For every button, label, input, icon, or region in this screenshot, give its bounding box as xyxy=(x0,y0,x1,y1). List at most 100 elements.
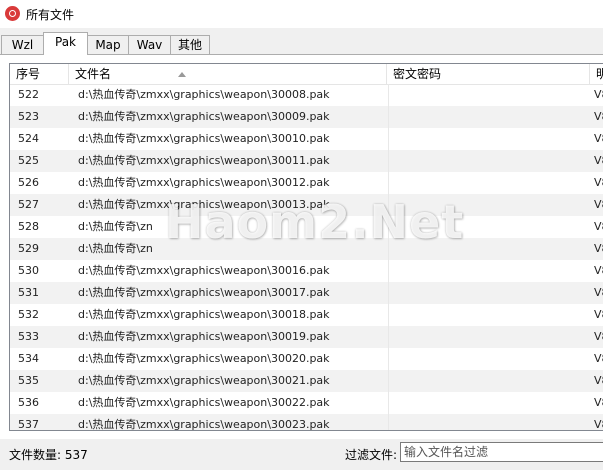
filter-input[interactable] xyxy=(400,442,603,462)
row-password xyxy=(388,414,589,430)
row-password xyxy=(388,392,589,414)
table-row[interactable]: 523 d:\热血传奇\zmxx\graphics\weapon\30009.pa… xyxy=(10,106,603,128)
table-row[interactable]: 535 d:\热血传奇\zmxx\graphics\weapon\30021.pa… xyxy=(10,370,603,392)
row-index: 537 xyxy=(18,418,39,431)
row-index: 531 xyxy=(18,286,39,299)
row-plain: V8 xyxy=(594,374,603,387)
table-row[interactable]: 528 d:\热血传奇\zn V8 xyxy=(10,216,603,238)
table-row[interactable]: 532 d:\热血传奇\zmxx\graphics\weapon\30018.pa… xyxy=(10,304,603,326)
table-row[interactable]: 527 d:\热血传奇\zmxx\graphics\weapon\30013.pa… xyxy=(10,194,603,216)
column-header-plain[interactable]: 明 xyxy=(590,64,603,84)
row-filename: d:\热血传奇\zmxx\graphics\weapon\30016.pak xyxy=(78,264,330,277)
row-filename: d:\热血传奇\zmxx\graphics\weapon\30023.pak xyxy=(78,418,330,431)
table-row[interactable]: 526 d:\热血传奇\zmxx\graphics\weapon\30012.pa… xyxy=(10,172,603,194)
row-password xyxy=(388,150,589,172)
row-password xyxy=(388,172,589,194)
file-list[interactable]: 序号 文件名 密文密码 明 522 d:\热血传奇\zmxx\graphics\w… xyxy=(9,63,603,431)
row-index: 534 xyxy=(18,352,39,365)
row-password xyxy=(388,216,589,238)
row-plain: V8 xyxy=(594,132,603,145)
table-row[interactable]: 537 d:\热血传奇\zmxx\graphics\weapon\30023.pa… xyxy=(10,414,603,431)
table-row[interactable]: 524 d:\热血传奇\zmxx\graphics\weapon\30010.pa… xyxy=(10,128,603,150)
row-password xyxy=(388,84,589,106)
row-index: 523 xyxy=(18,110,39,123)
file-count: 文件数量: 537 xyxy=(9,448,88,462)
row-index: 530 xyxy=(18,264,39,277)
tab-map[interactable]: Map xyxy=(87,35,129,54)
row-filename: d:\热血传奇\zmxx\graphics\weapon\30009.pak xyxy=(78,110,330,123)
row-plain: V8 xyxy=(594,176,603,189)
row-index: 536 xyxy=(18,396,39,409)
row-plain: V8 xyxy=(594,110,603,123)
table-row[interactable]: 530 d:\热血传奇\zmxx\graphics\weapon\30016.pa… xyxy=(10,260,603,282)
filter-label: 过滤文件: xyxy=(345,448,398,462)
row-index: 527 xyxy=(18,198,39,211)
row-filename: d:\热血传奇\zmxx\graphics\weapon\30013.pak xyxy=(78,198,330,211)
sort-ascending-icon xyxy=(178,72,186,77)
row-password xyxy=(388,348,589,370)
row-index: 524 xyxy=(18,132,39,145)
tab-pak[interactable]: Pak xyxy=(43,32,88,55)
row-plain: V8 xyxy=(594,352,603,365)
row-filename: d:\热血传奇\zmxx\graphics\weapon\30021.pak xyxy=(78,374,330,387)
row-password xyxy=(388,128,589,150)
row-password xyxy=(388,260,589,282)
row-password xyxy=(388,326,589,348)
column-header-index[interactable]: 序号 xyxy=(10,64,69,84)
row-index: 529 xyxy=(18,242,39,255)
row-filename: d:\热血传奇\zmxx\graphics\weapon\30019.pak xyxy=(78,330,330,343)
row-password xyxy=(388,282,589,304)
row-filename: d:\热血传奇\zmxx\graphics\weapon\30010.pak xyxy=(78,132,330,145)
table-row[interactable]: 536 d:\热血传奇\zmxx\graphics\weapon\30022.pa… xyxy=(10,392,603,414)
table-row[interactable]: 525 d:\热血传奇\zmxx\graphics\weapon\30011.pa… xyxy=(10,150,603,172)
row-filename: d:\热血传奇\zn xyxy=(78,242,153,255)
row-filename: d:\热血传奇\zmxx\graphics\weapon\30022.pak xyxy=(78,396,330,409)
row-filename: d:\热血传奇\zmxx\graphics\weapon\30018.pak xyxy=(78,308,330,321)
column-header-password[interactable]: 密文密码 xyxy=(387,64,590,84)
row-password xyxy=(388,238,589,260)
row-index: 533 xyxy=(18,330,39,343)
window-title: 所有文件 xyxy=(26,8,75,22)
row-index: 522 xyxy=(18,88,39,101)
row-plain: V8 xyxy=(594,286,603,299)
row-filename: d:\热血传奇\zmxx\graphics\weapon\30008.pak xyxy=(78,88,330,101)
row-password xyxy=(388,370,589,392)
row-plain: V8 xyxy=(594,220,603,233)
row-plain: V8 xyxy=(594,418,603,431)
row-password xyxy=(388,304,589,326)
app-logo-icon xyxy=(5,6,20,21)
row-plain: V8 xyxy=(594,198,603,211)
row-filename: d:\热血传奇\zmxx\graphics\weapon\30012.pak xyxy=(78,176,330,189)
row-index: 535 xyxy=(18,374,39,387)
table-row[interactable]: 522 d:\热血传奇\zmxx\graphics\weapon\30008.pa… xyxy=(10,84,603,106)
row-password xyxy=(388,194,589,216)
row-index: 532 xyxy=(18,308,39,321)
tab-other[interactable]: 其他 xyxy=(170,35,210,54)
title-bar: 所有文件 xyxy=(0,0,603,28)
row-filename: d:\热血传奇\zn xyxy=(78,220,153,233)
table-row[interactable]: 529 d:\热血传奇\zn V8 xyxy=(10,238,603,260)
row-index: 525 xyxy=(18,154,39,167)
tab-wav[interactable]: Wav xyxy=(128,35,171,54)
row-plain: V8 xyxy=(594,308,603,321)
row-index: 526 xyxy=(18,176,39,189)
list-header: 序号 文件名 密文密码 明 xyxy=(10,64,603,85)
table-row[interactable]: 533 d:\热血传奇\zmxx\graphics\weapon\30019.pa… xyxy=(10,326,603,348)
table-row[interactable]: 534 d:\热血传奇\zmxx\graphics\weapon\30020.pa… xyxy=(10,348,603,370)
row-filename: d:\热血传奇\zmxx\graphics\weapon\30020.pak xyxy=(78,352,330,365)
tab-strip: Wzl Pak Map Wav 其他 xyxy=(0,32,603,55)
row-plain: V8 xyxy=(594,154,603,167)
row-filename: d:\热血传奇\zmxx\graphics\weapon\30017.pak xyxy=(78,286,330,299)
row-plain: V8 xyxy=(594,88,603,101)
row-plain: V8 xyxy=(594,264,603,277)
row-filename: d:\热血传奇\zmxx\graphics\weapon\30011.pak xyxy=(78,154,330,167)
table-row[interactable]: 531 d:\热血传奇\zmxx\graphics\weapon\30017.pa… xyxy=(10,282,603,304)
row-plain: V8 xyxy=(594,330,603,343)
row-index: 528 xyxy=(18,220,39,233)
tab-wzl[interactable]: Wzl xyxy=(1,35,44,54)
row-plain: V8 xyxy=(594,396,603,409)
column-header-filename-label: 文件名 xyxy=(75,67,112,81)
row-plain: V8 xyxy=(594,242,603,255)
column-header-filename[interactable]: 文件名 xyxy=(69,64,387,84)
row-password xyxy=(388,106,589,128)
